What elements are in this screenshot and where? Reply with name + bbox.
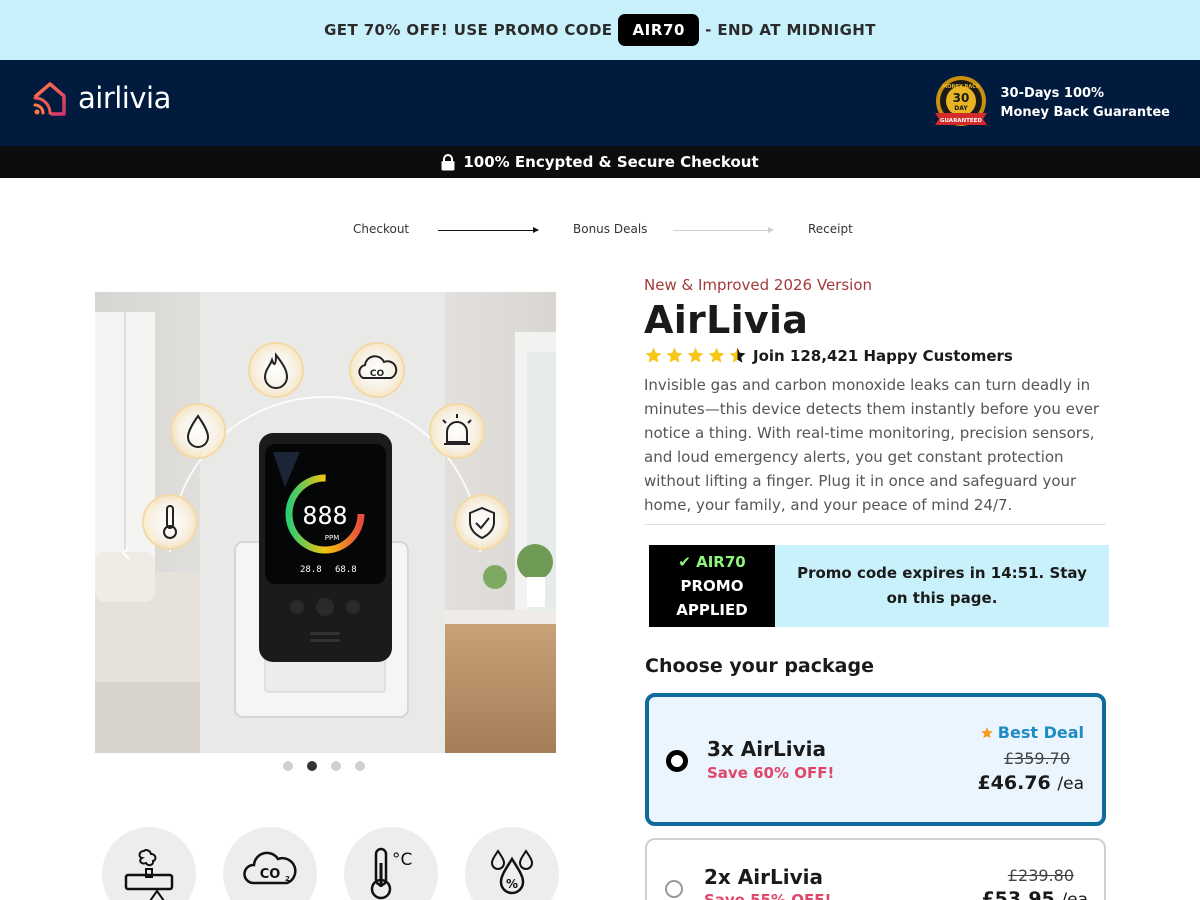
product-photo: CO 888 PPM 28.8 68.8 — [95, 292, 556, 753]
package-price-unit: /ea — [1057, 774, 1084, 794]
money-back-seal-icon: MONEY BACK 30 DAY GUARANTEED — [934, 76, 987, 126]
seal-ribbon-text: GUARANTEED — [940, 118, 982, 124]
package-option-2x[interactable]: 2x AirLivia Save 55% OFF! £239.80 £53.95… — [645, 838, 1106, 900]
package-price: £46.76 /ea — [977, 772, 1084, 794]
guarantee-line-1: 30-Days 100% — [1000, 86, 1105, 101]
package-old-price: £359.70 — [1003, 749, 1070, 768]
half-star-icon — [729, 347, 746, 363]
temperature-feature: °C — [344, 827, 438, 900]
gas-pipe-icon — [124, 849, 174, 900]
rating-row: Join 128,421 Happy Customers — [644, 346, 1106, 365]
package-name: 3x AirLivia — [707, 737, 826, 761]
star-rating — [644, 346, 747, 365]
best-deal-text: Best Deal — [997, 723, 1084, 742]
star-icon — [708, 347, 725, 363]
co2-cloud-icon: CO 2 — [243, 851, 297, 885]
device-reading: 888 — [302, 501, 347, 530]
secure-checkout-bar: 100% Encypted & Secure Checkout — [0, 146, 1200, 178]
logo[interactable]: airlivia — [30, 78, 171, 118]
home-wifi-logo-icon — [33, 82, 66, 116]
gas-pipe-feature — [102, 827, 196, 900]
humidity-feature: % — [465, 827, 559, 900]
lock-icon — [441, 153, 455, 170]
package-price: £53.95 /ea — [981, 888, 1088, 900]
gallery-pagination — [283, 761, 365, 771]
star-icon — [980, 726, 993, 738]
best-deal-badge: Best Deal — [980, 723, 1084, 742]
money-back-guarantee: MONEY BACK 30 DAY GUARANTEED 30-Days 100… — [929, 75, 1170, 131]
promo-applied-box: ✔ AIR70 PROMO APPLIED Promo code expires… — [649, 545, 1109, 627]
device-unit: PPM — [325, 534, 339, 542]
svg-text:%: % — [506, 877, 518, 891]
gallery-dot-1[interactable] — [283, 761, 293, 771]
alarm-bubble — [429, 403, 485, 459]
water-drop-bubble — [170, 403, 226, 459]
svg-text:°C: °C — [392, 850, 412, 870]
device-temp: 28.8 — [300, 565, 322, 575]
seal-number: 30 — [952, 91, 969, 105]
step-arrow-2 — [673, 227, 774, 233]
promo-banner: GET 70% OFF! USE PROMO CODE AIR70 - END … — [0, 0, 1200, 60]
promo-applied-badge: ✔ AIR70 PROMO APPLIED — [649, 545, 775, 627]
step-checkout: Checkout — [353, 222, 410, 236]
checkout-steps: Checkout Bonus Deals Receipt — [0, 222, 1200, 240]
step-bonus-deals: Bonus Deals — [573, 222, 648, 236]
seal-day: DAY — [954, 105, 968, 112]
shield-check-bubble — [454, 494, 510, 550]
promo-applied-line3: APPLIED — [676, 601, 748, 619]
version-label: New & Improved 2026 Version — [644, 276, 873, 294]
feature-icons-row: CO 2 °C % — [102, 827, 559, 900]
secure-checkout-text: 100% Encypted & Secure Checkout — [463, 153, 759, 171]
co-text: CO — [370, 369, 385, 379]
package-savings: Save 60% OFF! — [707, 764, 835, 782]
product-title: AirLivia — [644, 298, 809, 342]
promo-applied-line2: PROMO — [680, 577, 744, 595]
promo-tail: - END AT MIDNIGHT — [705, 21, 876, 39]
svg-text:CO: CO — [260, 867, 281, 882]
package-name: 2x AirLivia — [704, 865, 823, 889]
divider — [644, 524, 1106, 525]
package-savings: Save 55% OFF! — [704, 891, 832, 900]
star-icon — [645, 347, 662, 363]
step-receipt: Receipt — [808, 222, 853, 236]
product-details: New & Improved 2026 Version AirLivia Joi… — [644, 276, 1106, 525]
step-arrow-1 — [438, 227, 539, 233]
flame-bubble — [248, 342, 304, 398]
promo-lead: GET 70% OFF! USE PROMO CODE — [324, 21, 613, 39]
package-price-value: £46.76 — [977, 772, 1051, 794]
star-icon — [687, 347, 704, 363]
logo-text: airlivia — [78, 81, 171, 115]
thermometer-celsius-icon: °C — [370, 847, 412, 900]
promo-applied-code: ✔ AIR70 — [678, 553, 746, 571]
package-option-3x[interactable]: 3x AirLivia Save 60% OFF! Best Deal £359… — [645, 693, 1106, 826]
product-gallery-image[interactable]: CO 888 PPM 28.8 68.8 — [95, 292, 556, 753]
seal-top-text: MONEY BACK — [942, 84, 981, 90]
package-radio-selected[interactable] — [666, 750, 688, 772]
promo-expiry-message: Promo code expires in 14:51. Stay on thi… — [775, 545, 1109, 627]
package-radio[interactable] — [665, 880, 683, 898]
package-price-value: £53.95 — [981, 888, 1055, 900]
guarantee-text: 30-Days 100% Money Back Guarantee — [1001, 84, 1170, 122]
star-icon — [666, 347, 683, 363]
choose-package-heading: Choose your package — [645, 655, 874, 677]
gallery-dot-4[interactable] — [355, 761, 365, 771]
package-old-price: £239.80 — [1007, 866, 1074, 885]
guarantee-line-2: Money Back Guarantee — [1000, 105, 1170, 120]
product-description: Invisible gas and carbon monoxide leaks … — [644, 376, 1100, 514]
gallery-dot-2[interactable] — [307, 761, 317, 771]
co-cloud-bubble: CO — [349, 342, 405, 398]
svg-text:2: 2 — [285, 875, 290, 883]
co2-feature: CO 2 — [223, 827, 317, 900]
promo-code-badge: AIR70 — [618, 14, 700, 46]
device-humidity: 68.8 — [335, 565, 357, 575]
humidity-drops-icon: % — [490, 849, 534, 895]
happy-customers-text: Join 128,421 Happy Customers — [753, 346, 1013, 365]
site-header: airlivia MONEY BACK 30 DAY GUARANTEED 30… — [0, 60, 1200, 146]
package-price-unit: /ea — [1061, 890, 1088, 900]
thermometer-bubble — [142, 494, 198, 550]
gallery-dot-3[interactable] — [331, 761, 341, 771]
